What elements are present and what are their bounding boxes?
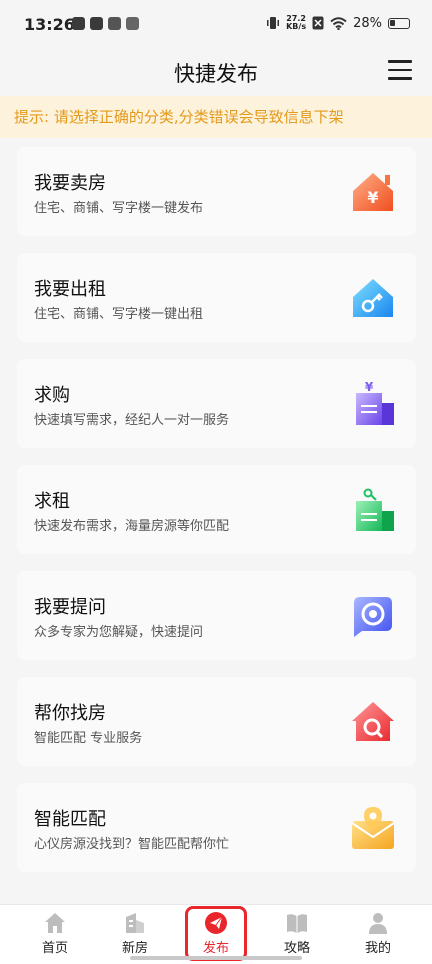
tab-label: 发布: [202, 941, 229, 956]
home-indicator[interactable]: [130, 956, 302, 960]
card-title: 帮你找房: [34, 703, 106, 724]
card-subtitle: 众多专家为您解疑，快速提问: [34, 625, 204, 640]
card-title: 我要提问: [34, 597, 106, 618]
publish-options-list: 我要卖房 住宅、商铺、写字楼一键发布 ¥ 我要出租 住宅、商铺、写字楼一键出租 …: [17, 147, 416, 889]
book-icon: [287, 914, 307, 933]
smart-match-card[interactable]: 智能匹配 心仪房源没找到？智能匹配帮你忙: [17, 783, 416, 872]
card-title: 智能匹配: [34, 809, 106, 830]
chat-notification-icon: [108, 17, 121, 30]
tab-label: 我的: [364, 941, 391, 956]
wifi-icon: [330, 16, 347, 30]
status-bar: 13:26 27.2 KB/s 28%: [0, 0, 432, 50]
sell-house-card[interactable]: 我要卖房 住宅、商铺、写字楼一键发布 ¥: [17, 147, 416, 236]
tab-label: 攻略: [283, 941, 310, 956]
want-rent-card[interactable]: 求租 快速发布需求，海量房源等你匹配: [17, 465, 416, 554]
envelope-pin-icon: [351, 807, 395, 849]
rent-out-card[interactable]: 我要出租 住宅、商铺、写字楼一键出租: [17, 253, 416, 342]
page-title: 快捷发布: [174, 62, 258, 86]
house-search-icon: [352, 702, 394, 741]
header-bar: 快捷发布: [0, 50, 432, 96]
card-subtitle: 快速发布需求，海量房源等你匹配: [34, 519, 230, 534]
tab-new-house[interactable]: 新房: [95, 911, 175, 956]
tab-home[interactable]: 首页: [15, 911, 95, 956]
app-notification-icon: [126, 17, 139, 30]
want-buy-card[interactable]: 求购 快速填写需求，经纪人一对一服务 ¥: [17, 359, 416, 448]
building-icon: [126, 913, 144, 933]
tab-mine[interactable]: 我的: [338, 911, 418, 956]
battery-percent: 28%: [353, 15, 382, 31]
notification-icons: [72, 17, 139, 30]
card-title: 求租: [34, 491, 70, 512]
house-yuan-icon: ¥: [353, 173, 393, 211]
card-subtitle: 住宅、商铺、写字楼一键出租: [34, 307, 204, 322]
find-house-card[interactable]: 帮你找房 智能匹配 专业服务: [17, 677, 416, 766]
status-indicators: 27.2 KB/s 28%: [266, 15, 410, 31]
net-speed: 27.2 KB/s: [286, 14, 307, 31]
home-icon: [45, 913, 65, 933]
card-title: 我要卖房: [34, 173, 106, 194]
battery-icon: [388, 17, 410, 29]
building-key-icon: [356, 488, 394, 531]
tab-label: 新房: [121, 941, 148, 956]
bottom-tab-bar: 首页 新房 发布 攻略 我的: [0, 904, 432, 964]
card-title: 我要出租: [34, 279, 106, 300]
svg-text:¥: ¥: [367, 188, 378, 207]
building-yuan-icon: ¥: [356, 380, 394, 425]
vibrate-icon: [267, 17, 280, 29]
house-key-icon: [353, 279, 393, 317]
status-time: 13:26: [24, 15, 75, 34]
hamburger-menu-icon[interactable]: [388, 60, 412, 80]
card-subtitle: 快速填写需求，经纪人一对一服务: [34, 413, 230, 428]
ask-question-card[interactable]: 我要提问 众多专家为您解疑，快速提问: [17, 571, 416, 660]
user-icon: [369, 913, 387, 934]
category-notice: 提示: 请选择正确的分类,分类错误会导致信息下架: [0, 96, 432, 138]
card-subtitle: 智能匹配 专业服务: [34, 731, 143, 746]
card-subtitle: 心仪房源没找到？智能匹配帮你忙: [34, 837, 230, 852]
question-bubble-icon: [354, 597, 392, 637]
card-title: 求购: [34, 385, 70, 406]
svg-text:¥: ¥: [365, 380, 374, 394]
publish-icon: [205, 912, 227, 934]
tab-guide[interactable]: 攻略: [257, 911, 337, 956]
tab-publish[interactable]: 发布: [176, 911, 256, 956]
mail-notification-icon: [90, 17, 103, 30]
app-notification-icon: [72, 17, 85, 30]
tab-label: 首页: [41, 941, 68, 956]
card-subtitle: 住宅、商铺、写字楼一键发布: [34, 201, 204, 216]
sim-off-icon: [312, 16, 324, 30]
